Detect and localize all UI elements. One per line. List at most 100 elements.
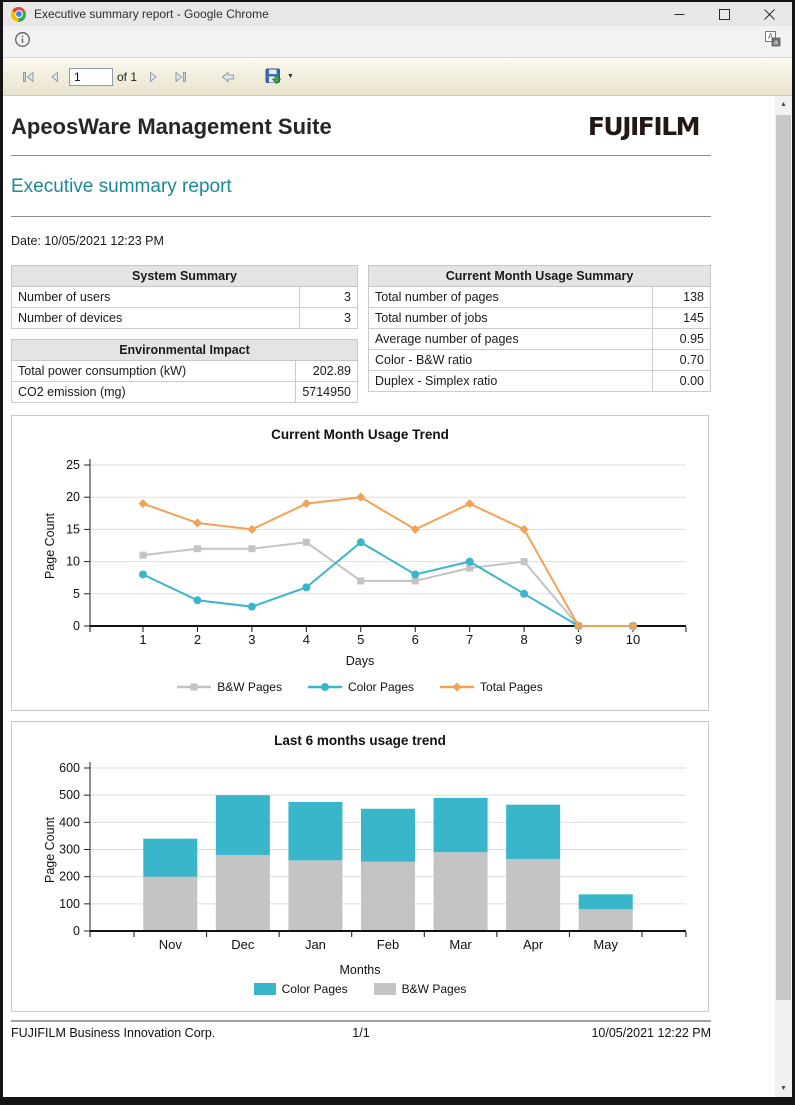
- table-row: Total power consumption (kW) 202.89: [12, 361, 358, 382]
- svg-text:May: May: [593, 937, 618, 952]
- svg-text:400: 400: [59, 815, 80, 829]
- svg-text:Apr: Apr: [523, 937, 544, 952]
- table-row: Color - B&W ratio 0.70: [369, 350, 711, 371]
- legend-item: Color Pages: [308, 680, 414, 694]
- svg-text:200: 200: [59, 870, 80, 884]
- six-month-usage-bar-chart: Last 6 months usage trend Page Count 010…: [11, 721, 709, 1012]
- footer-company: FUJIFILM Business Innovation Corp.: [11, 1026, 264, 1040]
- svg-text:9: 9: [575, 632, 582, 647]
- svg-text:Nov: Nov: [159, 937, 183, 952]
- table-row: Total number of jobs 145: [369, 308, 711, 329]
- svg-text:8: 8: [520, 632, 527, 647]
- svg-text:Dec: Dec: [231, 937, 255, 952]
- svg-text:7: 7: [466, 632, 473, 647]
- table-title: Environmental Impact: [12, 340, 358, 361]
- report-page: ApeosWare Management Suite FUJIFILM Exec…: [11, 112, 711, 1040]
- export-dropdown-caret[interactable]: ▼: [287, 73, 294, 80]
- legend-label: Color Pages: [348, 680, 414, 694]
- scroll-up-icon[interactable]: ▲: [775, 96, 792, 113]
- page-number-input[interactable]: [69, 68, 113, 86]
- svg-text:4: 4: [303, 632, 310, 647]
- svg-text:5: 5: [357, 632, 364, 647]
- scrollbar-thumb[interactable]: [776, 115, 791, 1000]
- usage-trend-line-chart: Current Month Usage Trend Page Count 051…: [11, 415, 709, 711]
- report-date: Date: 10/05/2021 12:23 PM: [11, 234, 711, 248]
- first-page-button[interactable]: [15, 65, 41, 89]
- svg-text:6: 6: [412, 632, 419, 647]
- close-button[interactable]: [747, 2, 792, 26]
- svg-text:20: 20: [66, 490, 80, 504]
- svg-text:300: 300: [59, 843, 80, 857]
- page-count-label: of 1: [117, 70, 137, 84]
- legend-swatch-circle: [308, 682, 342, 692]
- svg-text:5: 5: [73, 587, 80, 601]
- next-page-icon: [148, 71, 160, 83]
- location-bar: A a: [3, 26, 792, 58]
- browser-window: Executive summary report - Google Chrome…: [0, 0, 795, 1105]
- chart-title: Current Month Usage Trend: [12, 427, 708, 442]
- bar-chart-svg: 0 100 200 300 400 500 600 Nov Dec Jan Feb Mar Apr May: [12, 752, 708, 958]
- svg-text:25: 25: [66, 458, 80, 472]
- chrome-icon: [11, 7, 26, 22]
- svg-text:600: 600: [59, 761, 80, 775]
- svg-text:0: 0: [73, 924, 80, 938]
- svg-text:2: 2: [194, 632, 201, 647]
- info-icon: [14, 31, 31, 48]
- legend-item: B&W Pages: [177, 680, 282, 694]
- legend-label: B&W Pages: [217, 680, 282, 694]
- close-icon: [764, 9, 775, 20]
- last-page-icon: [174, 71, 187, 83]
- back-to-parent-button[interactable]: [215, 65, 241, 89]
- legend-item: Color Pages: [254, 982, 348, 996]
- report-footer: FUJIFILM Business Innovation Corp. 1/1 1…: [11, 1020, 711, 1040]
- minimize-button[interactable]: [657, 2, 702, 26]
- table-row: Number of devices 3: [12, 308, 358, 329]
- table-row: Average number of pages 0.95: [369, 329, 711, 350]
- divider: [11, 216, 711, 217]
- translate-icon: A a: [765, 31, 781, 47]
- svg-text:15: 15: [66, 522, 80, 536]
- table-row: Total number of pages 138: [369, 287, 711, 308]
- report-content: ApeosWare Management Suite FUJIFILM Exec…: [3, 96, 792, 1097]
- legend-swatch-square: [374, 983, 396, 995]
- table-row: Number of users 3: [12, 287, 358, 308]
- table-row: CO2 emission (mg) 5714950: [12, 382, 358, 403]
- previous-page-icon: [48, 71, 60, 83]
- legend-label: B&W Pages: [402, 982, 467, 996]
- last-page-button[interactable]: [167, 65, 193, 89]
- vertical-scrollbar[interactable]: ▲ ▼: [775, 96, 792, 1097]
- legend-swatch-square: [177, 682, 211, 692]
- footer-page-number: 1/1: [264, 1026, 458, 1040]
- minimize-icon: [674, 9, 685, 20]
- report-toolbar: of 1 ▼: [3, 58, 792, 96]
- table-title: Current Month Usage Summary: [369, 266, 711, 287]
- next-page-button[interactable]: [141, 65, 167, 89]
- environmental-impact-table: Environmental Impact Total power consump…: [11, 339, 358, 403]
- svg-text:Mar: Mar: [449, 937, 472, 952]
- maximize-button[interactable]: [702, 2, 747, 26]
- translate-button[interactable]: A a: [765, 31, 781, 52]
- footer-timestamp: 10/05/2021 12:22 PM: [458, 1026, 711, 1040]
- chart-legend: B&W Pages Color Pages Total Pages: [12, 680, 708, 694]
- previous-page-button[interactable]: [41, 65, 67, 89]
- window-titlebar: Executive summary report - Google Chrome: [3, 2, 792, 26]
- system-summary-table: System Summary Number of users 3 Number …: [11, 265, 358, 329]
- legend-item: Total Pages: [440, 680, 543, 694]
- svg-text:Feb: Feb: [377, 937, 399, 952]
- x-axis-label: Days: [12, 654, 708, 668]
- export-button[interactable]: ▼: [265, 68, 294, 85]
- app-title: ApeosWare Management Suite: [11, 114, 332, 140]
- back-arrow-icon: [221, 71, 235, 83]
- svg-text:500: 500: [59, 788, 80, 802]
- legend-swatch-diamond: [440, 682, 474, 692]
- summary-tables: System Summary Number of users 3 Number …: [11, 265, 711, 403]
- scroll-down-icon[interactable]: ▼: [775, 1080, 792, 1097]
- svg-text:100: 100: [59, 897, 80, 911]
- svg-text:Jan: Jan: [305, 937, 326, 952]
- page-info-button[interactable]: [14, 31, 31, 53]
- report-title: Executive summary report: [11, 176, 711, 198]
- maximize-icon: [719, 9, 730, 20]
- legend-label: Color Pages: [282, 982, 348, 996]
- svg-text:10: 10: [626, 632, 640, 647]
- divider: [11, 155, 711, 156]
